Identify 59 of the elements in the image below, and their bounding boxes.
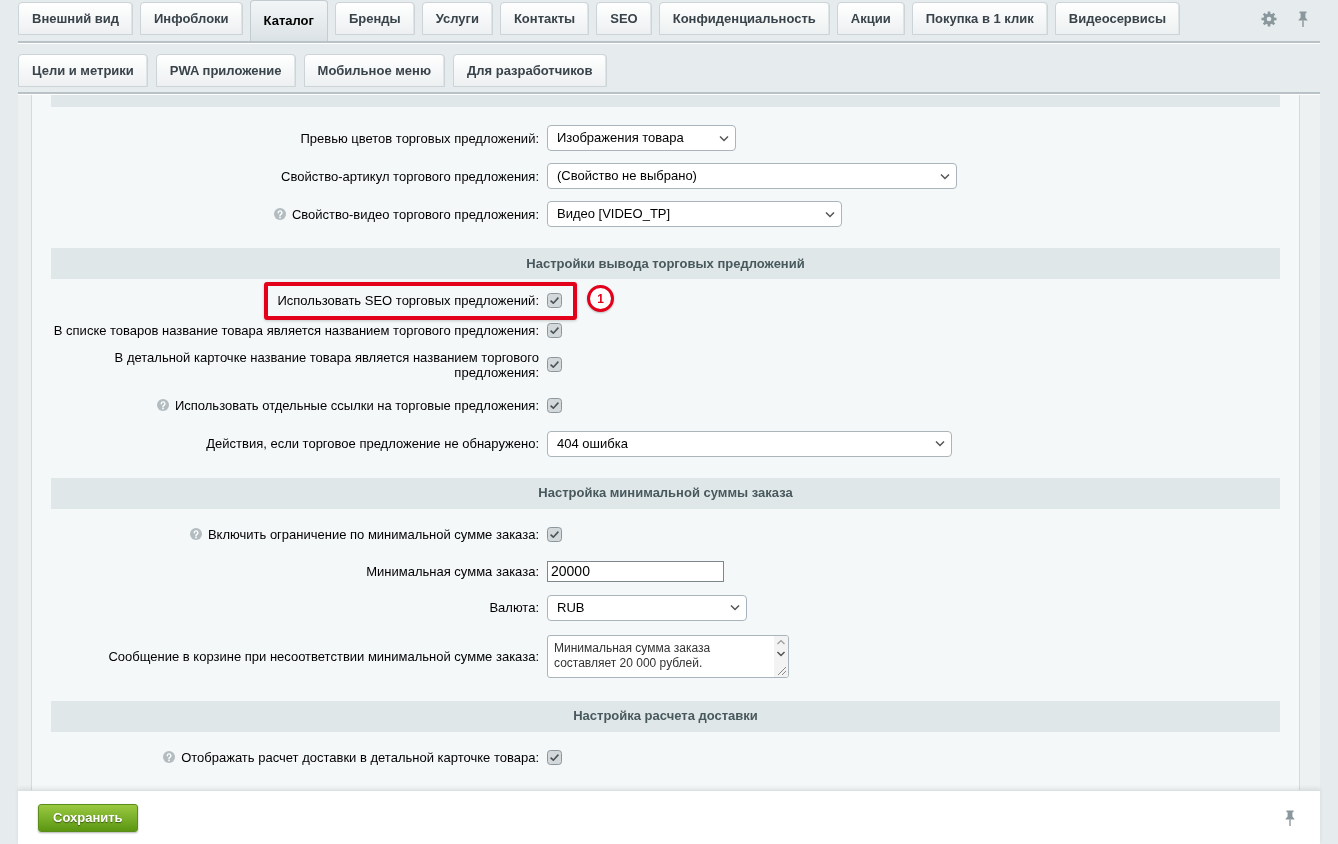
field-label: Сообщение в корзине при несоответствии минимальной сумме заказа:	[108, 648, 539, 664]
chevron-down-icon	[730, 604, 740, 611]
help-icon[interactable]	[156, 399, 169, 411]
field-label: В списке товаров название товара является названием торгового предложения:	[53, 322, 539, 338]
tab[interactable]: Конфиденциальность	[658, 2, 830, 35]
select-dropdown[interactable]: Видео [VIDEO_TP]	[547, 201, 842, 227]
checkbox[interactable]	[547, 749, 562, 765]
chevron-down-icon	[940, 172, 950, 180]
tab[interactable]: Бренды	[334, 2, 415, 35]
tab[interactable]: Инфоблоки	[140, 2, 243, 35]
field-label: Включить ограничение по минимальной сумме заказа:	[207, 526, 539, 542]
field-label: Использовать отдельные ссылки на торговые предложения:	[174, 397, 539, 413]
checkbox[interactable]	[547, 293, 562, 309]
text-input[interactable]: 20000	[547, 560, 724, 582]
tab[interactable]: Услуги	[421, 2, 493, 35]
tab[interactable]: Покупка в 1 клик	[911, 2, 1048, 35]
field-label: Отображать расчет доставки в детальной карточке товара:	[181, 749, 539, 765]
tab[interactable]: PWA приложение	[155, 54, 296, 87]
field-label: Свойство-видео торгового предложения:	[291, 206, 539, 222]
section-header: Настройка расчета доставки	[51, 700, 1280, 732]
help-icon[interactable]	[189, 528, 202, 540]
section-header: Настройки вывода торговых предложений	[51, 248, 1280, 279]
message-textarea[interactable]: Минимальная сумма заказа составляет 20 000 рублей.	[547, 634, 789, 678]
help-icon[interactable]	[163, 751, 176, 763]
tab[interactable]: SEO	[596, 2, 652, 35]
pin-icon[interactable]	[1297, 10, 1309, 27]
tab[interactable]: Мобильное меню	[303, 54, 446, 87]
scrollbar[interactable]	[774, 635, 788, 677]
checkbox[interactable]	[547, 526, 562, 542]
field-label: Валюта:	[489, 600, 539, 615]
tab[interactable]: Каталог	[249, 0, 328, 41]
select-dropdown[interactable]: RUB	[547, 594, 747, 621]
checkbox[interactable]	[547, 357, 562, 372]
resize-grip-icon[interactable]	[777, 665, 787, 676]
tab[interactable]: Контакты	[499, 2, 590, 35]
field-label: В детальной карточке название товара является названием торгового предложения:	[113, 349, 539, 380]
checkbox[interactable]	[547, 397, 562, 413]
select-dropdown[interactable]: 404 ошибка	[547, 430, 952, 457]
chevron-down-icon	[719, 134, 729, 142]
help-icon[interactable]	[273, 208, 286, 220]
chevron-down-icon	[935, 440, 945, 447]
select-dropdown[interactable]: Изображения товара	[547, 125, 736, 151]
pin-icon[interactable]	[1284, 809, 1296, 826]
tab[interactable]: Для разработчиков	[453, 54, 607, 87]
tab[interactable]: Цели и метрики	[18, 54, 148, 87]
field-label: Минимальная сумма заказа:	[366, 563, 539, 579]
chevron-down-icon	[825, 210, 835, 218]
section-header: Настройка минимальной суммы заказа	[51, 477, 1280, 509]
tab[interactable]: Внешний вид	[18, 2, 133, 35]
field-label: Использовать SEO торговых предложений:	[277, 293, 539, 308]
field-label: Действия, если торговое предложение не обнаружено:	[206, 436, 539, 451]
field-label: Превью цветов торговых предложений:	[300, 130, 539, 146]
settings-icon[interactable]	[1261, 10, 1277, 27]
tab[interactable]: Видеосервисы	[1054, 2, 1181, 35]
checkbox[interactable]	[547, 322, 562, 338]
field-label: Свойство-артикул торгового предложения:	[281, 168, 539, 184]
step-number-badge: 1	[587, 285, 614, 312]
select-dropdown[interactable]: (Свойство не выбрано)	[547, 163, 957, 189]
tab[interactable]: Акции	[836, 2, 905, 35]
